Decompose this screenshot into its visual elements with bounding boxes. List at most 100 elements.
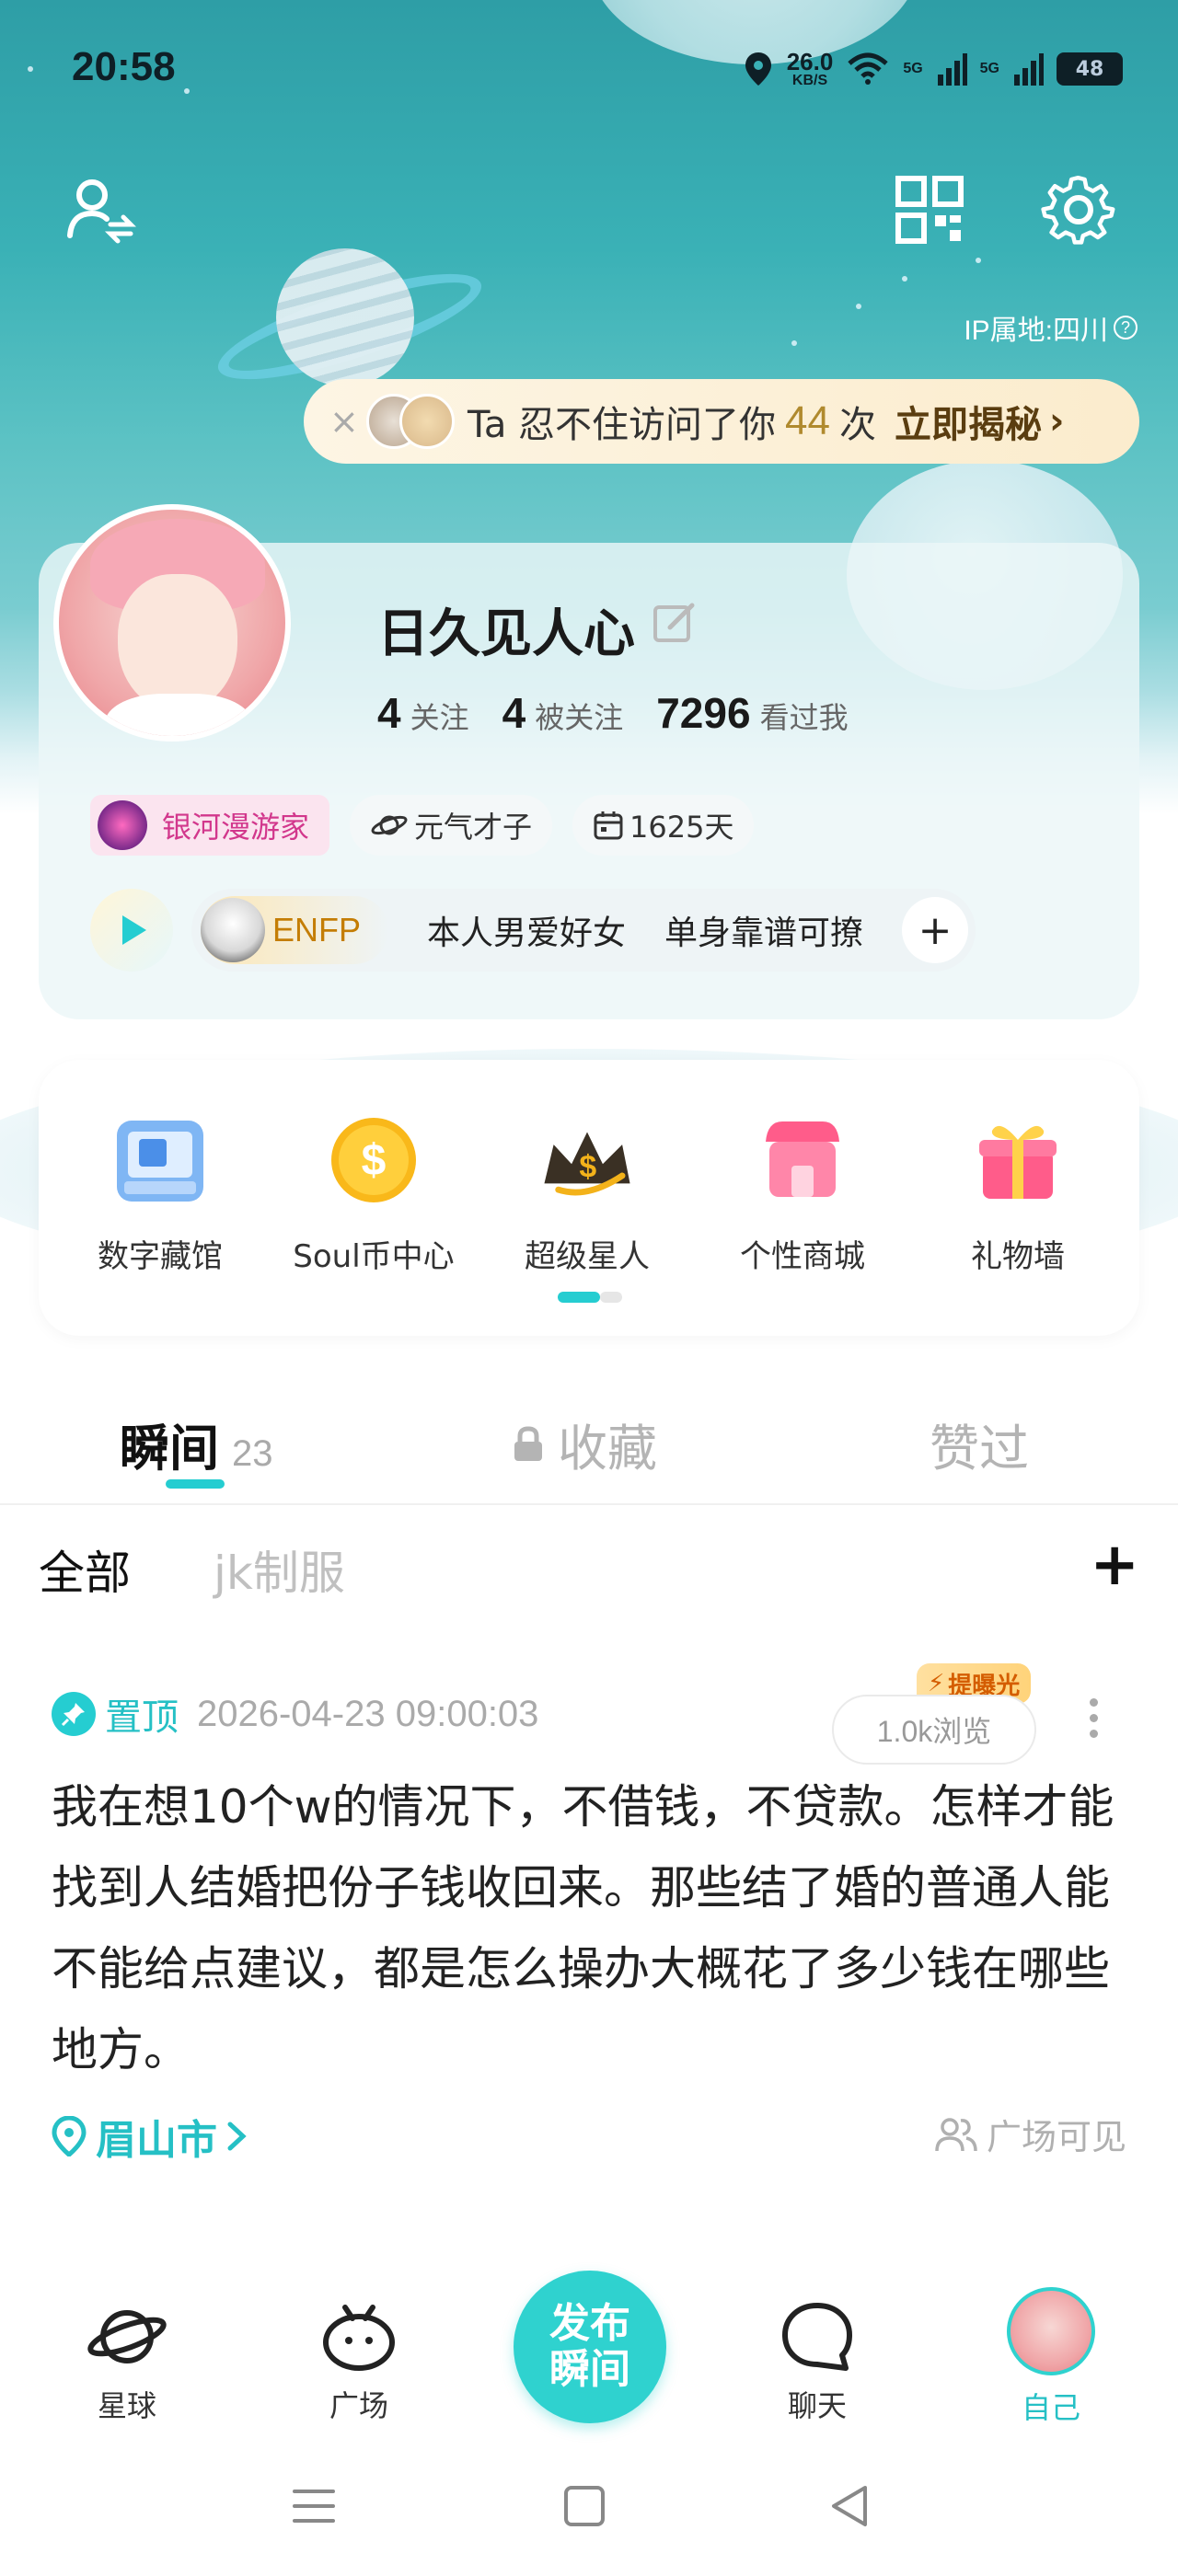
- play-icon: [122, 915, 146, 945]
- add-filter-button[interactable]: +: [1090, 1531, 1139, 1599]
- days-tag[interactable]: 1625天: [572, 795, 755, 856]
- net-speed-value: 26.0: [786, 48, 834, 75]
- edit-icon: [653, 603, 695, 642]
- filter-tag[interactable]: jk制服: [214, 1536, 345, 1603]
- home-icon[interactable]: [563, 2484, 606, 2528]
- post-visibility[interactable]: 广场可见: [935, 2109, 1126, 2159]
- publish-label-2: 瞬间: [549, 2346, 630, 2393]
- visitor-text-suffix: 次: [839, 404, 876, 446]
- tag-item[interactable]: 单身靠谱可撩: [664, 906, 863, 954]
- astronaut-icon: [201, 898, 265, 962]
- service-item-soul-coin[interactable]: $ Soul币中心: [282, 1110, 466, 1276]
- location-label: 眉山市: [96, 2117, 217, 2164]
- switch-account-button[interactable]: [61, 171, 138, 248]
- following-count[interactable]: 4: [377, 688, 401, 738]
- chevron-right-icon: ›: [1049, 400, 1065, 443]
- post-filters: 全部 jk制服 +: [39, 1531, 1139, 1610]
- publish-moment-button[interactable]: 发布 瞬间: [514, 2271, 666, 2423]
- calendar-icon: [594, 811, 623, 840]
- add-tag-button[interactable]: +: [902, 897, 969, 963]
- location-pin-icon: [52, 2116, 87, 2156]
- energy-tag-label: 元气才子: [414, 810, 533, 845]
- nav-label: 自己: [1021, 2390, 1080, 2425]
- post-location[interactable]: 眉山市: [52, 2107, 248, 2166]
- service-label: 礼物墙: [971, 1238, 1065, 1275]
- edit-profile-button[interactable]: [652, 598, 699, 650]
- lightning-icon: ⚡: [928, 1670, 945, 1697]
- battery-level: 48: [1075, 57, 1104, 81]
- location-icon: [745, 52, 771, 86]
- signal-icon: [1014, 53, 1044, 86]
- avatar-face: [118, 574, 237, 712]
- service-item-digital-museum[interactable]: 数字藏馆: [68, 1110, 252, 1276]
- signal-icon: [937, 53, 967, 86]
- star-dot: [902, 276, 907, 282]
- status-icons: 26.0 KB/S 5G 5G 48: [743, 50, 1123, 88]
- nav-chat[interactable]: 聊天: [744, 2300, 891, 2425]
- star-dot: [856, 304, 861, 309]
- back-icon[interactable]: [828, 2484, 871, 2528]
- indicator-inactive: [600, 1292, 622, 1303]
- museum-icon: [110, 1110, 211, 1211]
- post-text[interactable]: 我在想10个w的情况下，不借钱，不贷款。怎样才能找到人结婚把份子钱收回来。那些结…: [52, 1766, 1138, 2090]
- qr-code-button[interactable]: [891, 171, 968, 248]
- viewed-count[interactable]: 7296: [656, 688, 750, 738]
- coin-icon: $: [323, 1110, 424, 1211]
- gear-icon: [1041, 175, 1115, 245]
- settings-button[interactable]: [1038, 169, 1119, 250]
- followers-count[interactable]: 4: [502, 688, 526, 738]
- nav-me[interactable]: 自己: [977, 2287, 1125, 2427]
- service-item-shop[interactable]: 个性商城: [710, 1110, 895, 1276]
- lock-icon: [514, 1425, 542, 1461]
- planet-decoration: [276, 248, 414, 386]
- mbti-tag[interactable]: ENFP: [201, 896, 389, 964]
- galaxy-badge[interactable]: 银河漫游家: [90, 795, 330, 856]
- tab-active-indicator: [166, 1479, 225, 1489]
- tab-liked[interactable]: 赞过: [930, 1408, 1029, 1480]
- star-dot: [976, 258, 981, 263]
- crown-icon: $: [537, 1110, 638, 1211]
- ip-location-text: IP属地:四川: [964, 316, 1108, 346]
- following-label[interactable]: 关注: [410, 695, 469, 737]
- nav-planet[interactable]: 星球: [53, 2300, 201, 2425]
- tab-count: 23: [232, 1433, 273, 1474]
- menu-icon[interactable]: [291, 2484, 337, 2528]
- visitor-avatar: [399, 394, 455, 449]
- followers-label[interactable]: 被关注: [535, 695, 623, 737]
- mbti-label: ENFP: [272, 911, 362, 949]
- voice-intro-button[interactable]: [90, 889, 173, 972]
- nav-label: 聊天: [787, 2388, 847, 2423]
- carousel-indicator: [558, 1292, 622, 1303]
- tab-moments[interactable]: 瞬间 23: [120, 1408, 273, 1480]
- svg-text:$: $: [362, 1136, 387, 1185]
- people-icon: [935, 2117, 977, 2151]
- view-count-button[interactable]: 1.0k浏览: [832, 1695, 1036, 1765]
- close-icon[interactable]: ×: [329, 401, 366, 442]
- profile-stats: 4 关注 4 被关注 7296 看过我: [377, 688, 872, 738]
- visitor-banner[interactable]: × Ta 忍不住访问了你 44 次 立即揭秘 ›: [304, 379, 1139, 464]
- service-item-gift-wall[interactable]: 礼物墙: [926, 1110, 1110, 1276]
- tab-favorites[interactable]: 收藏: [512, 1408, 657, 1480]
- help-icon[interactable]: ?: [1114, 316, 1138, 339]
- more-options-icon[interactable]: [1090, 1698, 1098, 1738]
- tag-item[interactable]: 本人男爱好女: [427, 906, 626, 954]
- tag-list: ENFP 本人男爱好女 单身靠谱可撩 +: [191, 889, 976, 972]
- shop-icon: [752, 1110, 853, 1211]
- energy-tag[interactable]: 元气才子: [350, 795, 553, 856]
- signal-label-2: 5G: [979, 61, 999, 76]
- service-label: 数字藏馆: [98, 1238, 223, 1275]
- status-time: 20:58: [72, 44, 176, 89]
- ip-location: IP属地:四川 ?: [964, 307, 1138, 348]
- visitor-text-prefix: Ta 忍不住访问了你: [468, 404, 777, 446]
- avatar[interactable]: [53, 504, 291, 742]
- nav-square[interactable]: 广场: [285, 2300, 433, 2425]
- service-label: Soul币中心: [293, 1238, 455, 1275]
- service-label: 超级星人: [525, 1238, 650, 1275]
- reveal-visitors-link[interactable]: 立即揭秘: [895, 395, 1042, 448]
- filter-all[interactable]: 全部: [39, 1536, 131, 1603]
- switch-account-icon: [67, 179, 136, 244]
- tab-label: 瞬间: [120, 1420, 219, 1478]
- viewed-label[interactable]: 看过我: [760, 695, 849, 737]
- avatar-shirt: [105, 694, 252, 736]
- service-item-super-star[interactable]: $ 超级星人: [495, 1110, 679, 1276]
